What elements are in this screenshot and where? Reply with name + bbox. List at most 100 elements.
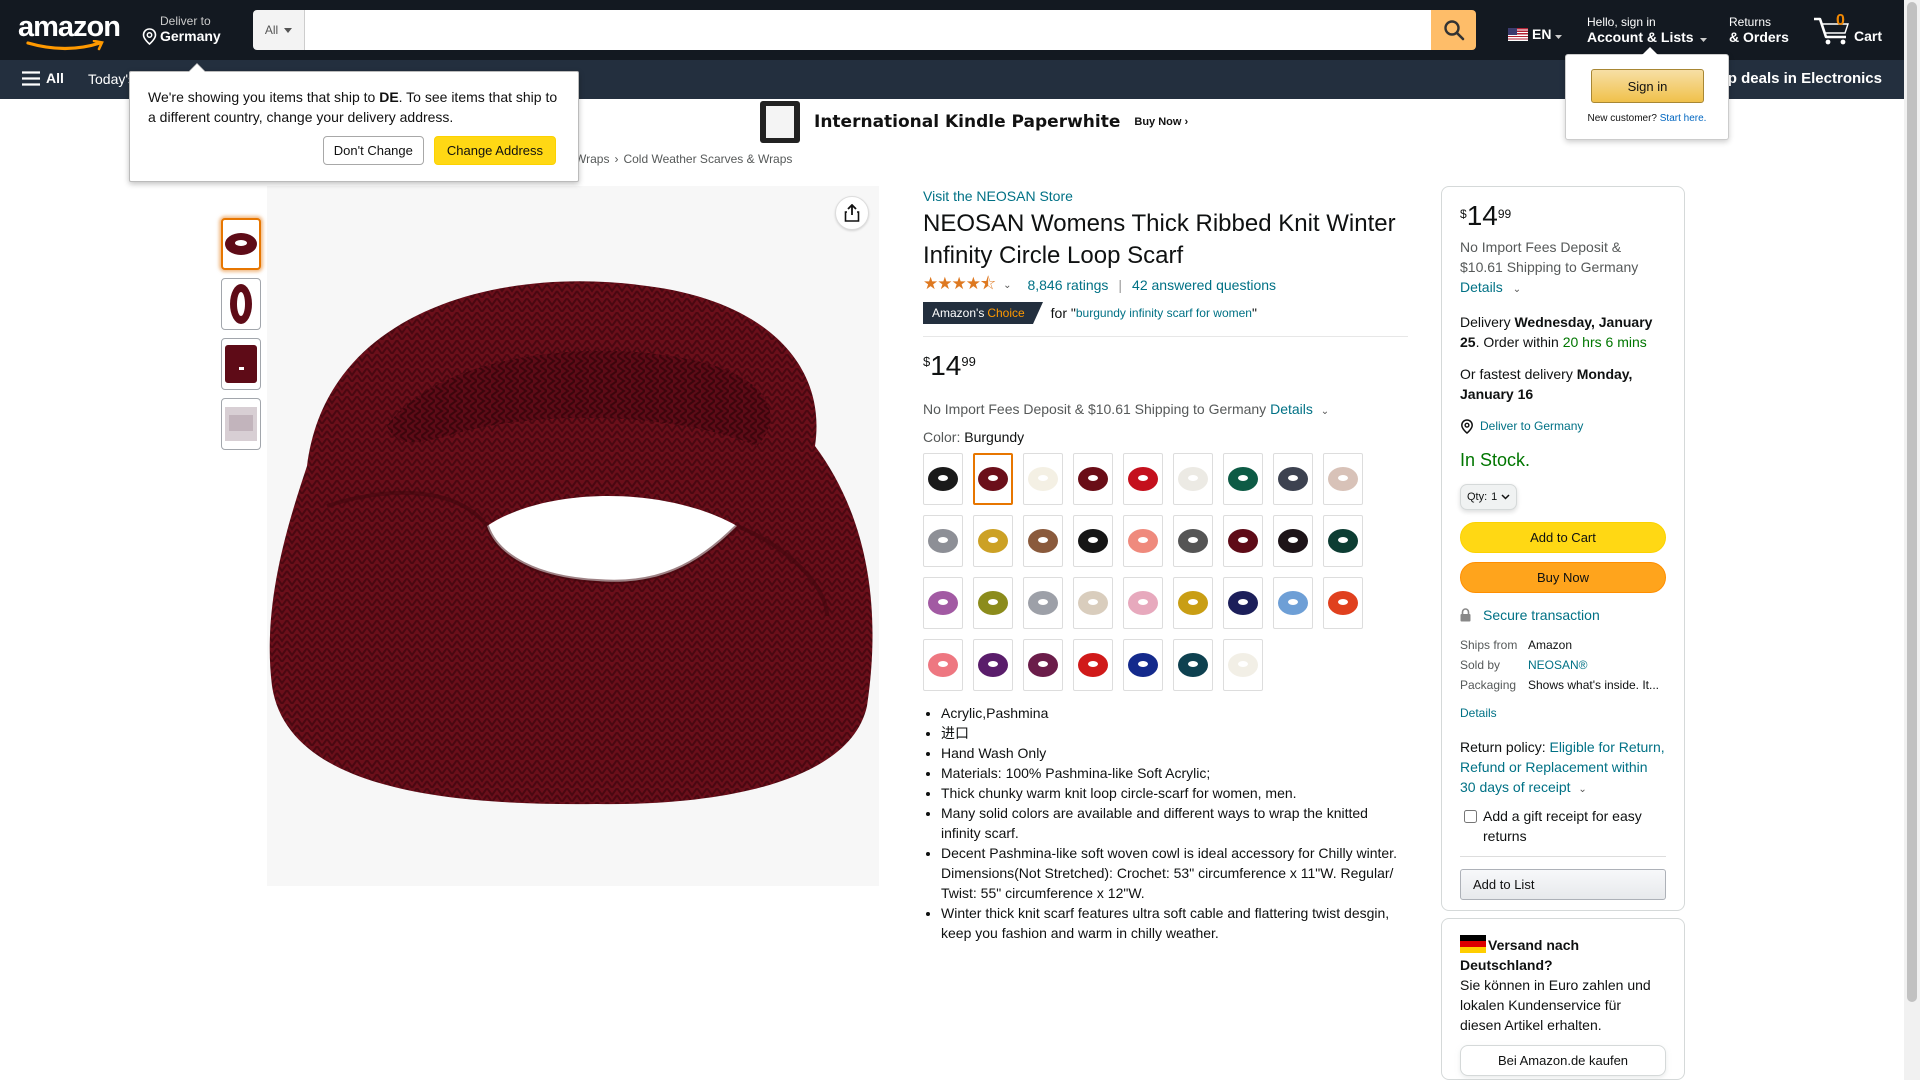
color-swatch[interactable]: [1073, 453, 1113, 505]
color-swatch[interactable]: [1073, 515, 1113, 567]
change-address-button[interactable]: Change Address: [433, 136, 556, 165]
hamburger-menu-icon: [22, 70, 40, 86]
thumbnail-image[interactable]: [221, 398, 261, 450]
import-fees-details-link[interactable]: Details: [1270, 401, 1313, 417]
answered-questions-link[interactable]: 42 answered questions: [1132, 277, 1276, 293]
main-product-image[interactable]: [267, 186, 879, 886]
amazon-logo[interactable]: amazon: [18, 12, 122, 51]
color-swatch[interactable]: [1223, 515, 1263, 567]
color-swatch[interactable]: [973, 453, 1013, 505]
color-swatch[interactable]: [1323, 453, 1363, 505]
share-button[interactable]: [835, 196, 869, 230]
kindle-buy-now-link[interactable]: Buy Now ›: [1134, 116, 1188, 128]
ratings-count-link[interactable]: 8,846 ratings: [1027, 277, 1108, 293]
secure-transaction[interactable]: Secure transaction: [1460, 605, 1666, 625]
color-swatch[interactable]: [973, 577, 1013, 629]
cart-label: Cart: [1854, 28, 1883, 44]
todays-deals-link[interactable]: Today's: [88, 71, 135, 87]
color-swatch[interactable]: [1023, 639, 1063, 691]
language-selector[interactable]: EN: [1508, 26, 1563, 42]
page-scrollbar[interactable]: [1904, 0, 1920, 1080]
gift-receipt-option[interactable]: Add a gift receipt for easy returns: [1460, 806, 1666, 846]
color-swatch[interactable]: [1173, 515, 1213, 567]
scrollbar-thumb[interactable]: [1907, 2, 1917, 1002]
start-here-link[interactable]: Start here.: [1660, 113, 1707, 124]
breadcrumb-item[interactable]: Wraps: [575, 152, 609, 166]
chevron-down-icon[interactable]: ⌄: [1003, 280, 1011, 291]
scarf-thumbnail-image: [230, 284, 252, 324]
color-swatch[interactable]: [1223, 577, 1263, 629]
color-swatch[interactable]: [1323, 577, 1363, 629]
buy-now-button[interactable]: Buy Now: [1460, 562, 1666, 593]
feature-bullets: Acrylic,Pashmina进口Hand Wash OnlyMaterial…: [923, 703, 1408, 943]
add-to-list-button[interactable]: Add to List: [1460, 869, 1666, 900]
thumbnail-image[interactable]: [221, 218, 261, 270]
color-swatch[interactable]: [1023, 453, 1063, 505]
deliver-to[interactable]: Deliver to Germany: [142, 14, 221, 45]
scarf-swatch-image: [1078, 529, 1108, 553]
buy-on-amazon-de-button[interactable]: Bei Amazon.de kaufen: [1460, 1045, 1666, 1076]
scarf-swatch-image: [1178, 529, 1208, 553]
ships-details-link[interactable]: Details: [1460, 703, 1666, 723]
store-link[interactable]: Visit the NEOSAN Store: [923, 188, 1073, 204]
search-button[interactable]: [1431, 10, 1476, 50]
gift-receipt-checkbox[interactable]: [1464, 810, 1477, 823]
color-swatch[interactable]: [1123, 639, 1163, 691]
color-swatch[interactable]: [1273, 515, 1313, 567]
thumbnail-image[interactable]: [221, 338, 261, 390]
sign-in-button[interactable]: Sign in: [1591, 69, 1704, 103]
kindle-banner[interactable]: International Kindle Paperwhite Buy Now …: [760, 100, 1188, 144]
color-swatch[interactable]: [1023, 577, 1063, 629]
color-swatch[interactable]: [973, 515, 1013, 567]
electronics-deals-link[interactable]: op deals in Electronics: [1719, 70, 1882, 87]
breadcrumb-item[interactable]: Cold Weather Scarves & Wraps: [623, 152, 792, 166]
search-category-select[interactable]: All: [253, 10, 305, 50]
scarf-product-image: [269, 281, 873, 805]
color-swatch[interactable]: [1073, 577, 1113, 629]
color-swatch[interactable]: [1123, 453, 1163, 505]
color-swatch[interactable]: [1173, 453, 1213, 505]
popover-message-start: We're showing you items that ship to: [148, 89, 380, 105]
popover-country: DE: [379, 89, 399, 105]
color-swatch[interactable]: [923, 453, 963, 505]
dont-change-button[interactable]: Don't Change: [322, 136, 424, 165]
color-swatch[interactable]: [1123, 515, 1163, 567]
color-swatch[interactable]: [1223, 639, 1263, 691]
chevron-down-icon[interactable]: ⌄: [1578, 784, 1586, 795]
quantity-select[interactable]: Qty: 1: [1460, 484, 1518, 510]
color-swatch[interactable]: [1173, 639, 1213, 691]
location-pin-icon: [142, 28, 157, 45]
color-swatch[interactable]: [923, 577, 963, 629]
add-to-cart-button[interactable]: Add to Cart: [1460, 522, 1666, 553]
feature-bullet: Winter thick knit scarf features ultra s…: [941, 903, 1408, 943]
cart[interactable]: 0 Cart: [1812, 10, 1882, 50]
color-swatch[interactable]: [923, 639, 963, 691]
caret-down-icon: [1555, 35, 1563, 39]
color-swatch[interactable]: [1073, 639, 1113, 691]
star-rating-icon[interactable]: ★★★★⯪: [923, 271, 996, 300]
scarf-swatch-image: [978, 467, 1008, 491]
color-swatch[interactable]: [1023, 515, 1063, 567]
deliver-to-link[interactable]: Deliver to Germany: [1460, 416, 1666, 436]
account-lists[interactable]: Hello, sign in Account & Lists: [1587, 15, 1708, 46]
color-swatch[interactable]: [1273, 577, 1313, 629]
color-swatch[interactable]: [1123, 577, 1163, 629]
color-swatch[interactable]: [1273, 453, 1313, 505]
all-menu-button[interactable]: All: [22, 70, 64, 86]
buybox-details-link[interactable]: Details: [1460, 279, 1503, 295]
color-swatch[interactable]: [1323, 515, 1363, 567]
chevron-down-icon[interactable]: ⌄: [1513, 284, 1521, 295]
choice-badge-highlight: Choice: [987, 306, 1025, 320]
returns-orders[interactable]: Returns & Orders: [1729, 15, 1789, 46]
color-swatch[interactable]: [1223, 453, 1263, 505]
scarf-swatch-image: [978, 591, 1008, 615]
seller-link[interactable]: NEOSAN®: [1528, 658, 1588, 672]
chevron-down-icon[interactable]: ⌄: [1321, 406, 1329, 417]
color-swatch[interactable]: [973, 639, 1013, 691]
color-swatch[interactable]: [1173, 577, 1213, 629]
search-input[interactable]: [305, 10, 1431, 50]
buy-box: $ 14 99 No Import Fees Deposit & $10.61 …: [1441, 186, 1685, 911]
choice-keyword-link[interactable]: burgundy infinity scarf for women: [1076, 306, 1252, 320]
color-swatch[interactable]: [923, 515, 963, 567]
thumbnail-image[interactable]: [221, 278, 261, 330]
